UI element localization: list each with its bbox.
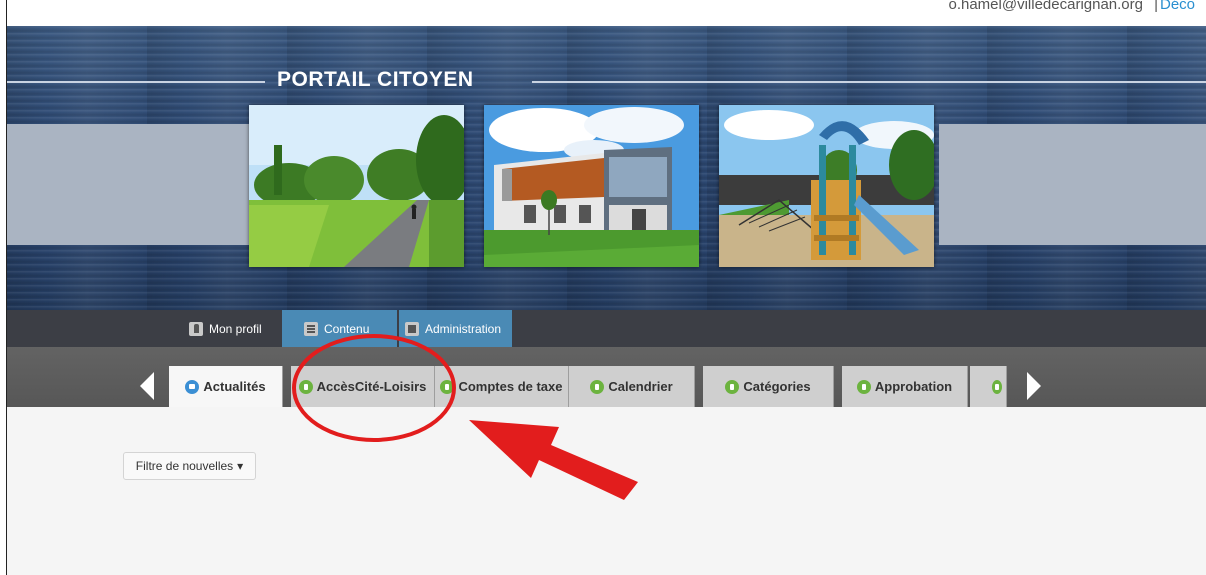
leaf-icon [725, 379, 740, 394]
document-icon [304, 321, 318, 336]
tab-label: Approbation [874, 379, 953, 394]
tab-approbation[interactable]: Approbation [842, 366, 968, 407]
banner-band-left [7, 124, 249, 245]
tab-label: Comptes de taxe [458, 379, 563, 394]
tab-comptes-de-taxe[interactable]: Comptes de taxe [435, 366, 569, 407]
modern-building-photo [484, 105, 699, 267]
leaf-icon [590, 379, 605, 394]
tab-calendrier[interactable]: Calendrier [569, 366, 695, 407]
tab-bar: Actualités AccèsCité-Loisirs Comptes de … [7, 347, 1206, 407]
leaf-icon [856, 379, 871, 394]
cycling-path-photo [249, 105, 464, 267]
user-bar: o.hamel@villedecarignan.org | Déco [7, 0, 1206, 26]
tab-accescite-loisirs[interactable]: AccèsCité-Loisirs [291, 366, 435, 407]
user-email: o.hamel@villedecarignan.org [948, 0, 1143, 13]
admin-menu-bar: Mon profil Contenu Administration [7, 310, 1206, 347]
profile-icon [189, 321, 203, 336]
leaf-icon [298, 379, 313, 394]
chevron-down-icon: ▾ [237, 459, 244, 473]
tab-label: Calendrier [608, 379, 673, 394]
home-icon [185, 379, 200, 394]
playground-photo [719, 105, 934, 267]
filter-label: Filtre de nouvelles [135, 459, 234, 473]
tab-categories[interactable]: Catégories [703, 366, 834, 407]
tab-partial[interactable] [970, 366, 1007, 407]
menu-item-label: Contenu [324, 321, 370, 336]
leaf-icon [440, 379, 455, 394]
tab-label: Catégories [743, 379, 811, 394]
menu-item-administration[interactable]: Administration [399, 310, 512, 347]
banner-band-right [939, 124, 1206, 245]
tabs-previous-arrow[interactable] [140, 372, 154, 400]
separator: | [1154, 0, 1158, 13]
content-area: Filtre de nouvelles ▾ [7, 407, 1206, 575]
leaf-icon [992, 379, 1002, 394]
logout-link[interactable]: Déco [1160, 0, 1195, 13]
menu-item-label: Administration [425, 321, 502, 336]
news-filter-dropdown[interactable]: Filtre de nouvelles ▾ [123, 452, 256, 480]
title-rule-left [7, 81, 265, 83]
menu-item-contenu[interactable]: Contenu [282, 310, 397, 347]
site-title: PORTAIL CITOYEN [277, 68, 474, 91]
tab-actualites[interactable]: Actualités [169, 366, 283, 407]
title-rule-right [532, 81, 1206, 83]
tab-label: AccèsCité-Loisirs [316, 379, 427, 394]
site-banner: PORTAIL CITOYEN [7, 26, 1206, 310]
tab-label: Actualités [203, 379, 266, 394]
menu-item-mon-profil[interactable]: Mon profil [179, 310, 275, 347]
tabs-next-arrow[interactable] [1027, 372, 1041, 400]
menu-item-label: Mon profil [209, 321, 262, 336]
admin-icon [405, 321, 419, 336]
browser-page: o.hamel@villedecarignan.org | Déco PORTA… [6, 0, 1206, 575]
